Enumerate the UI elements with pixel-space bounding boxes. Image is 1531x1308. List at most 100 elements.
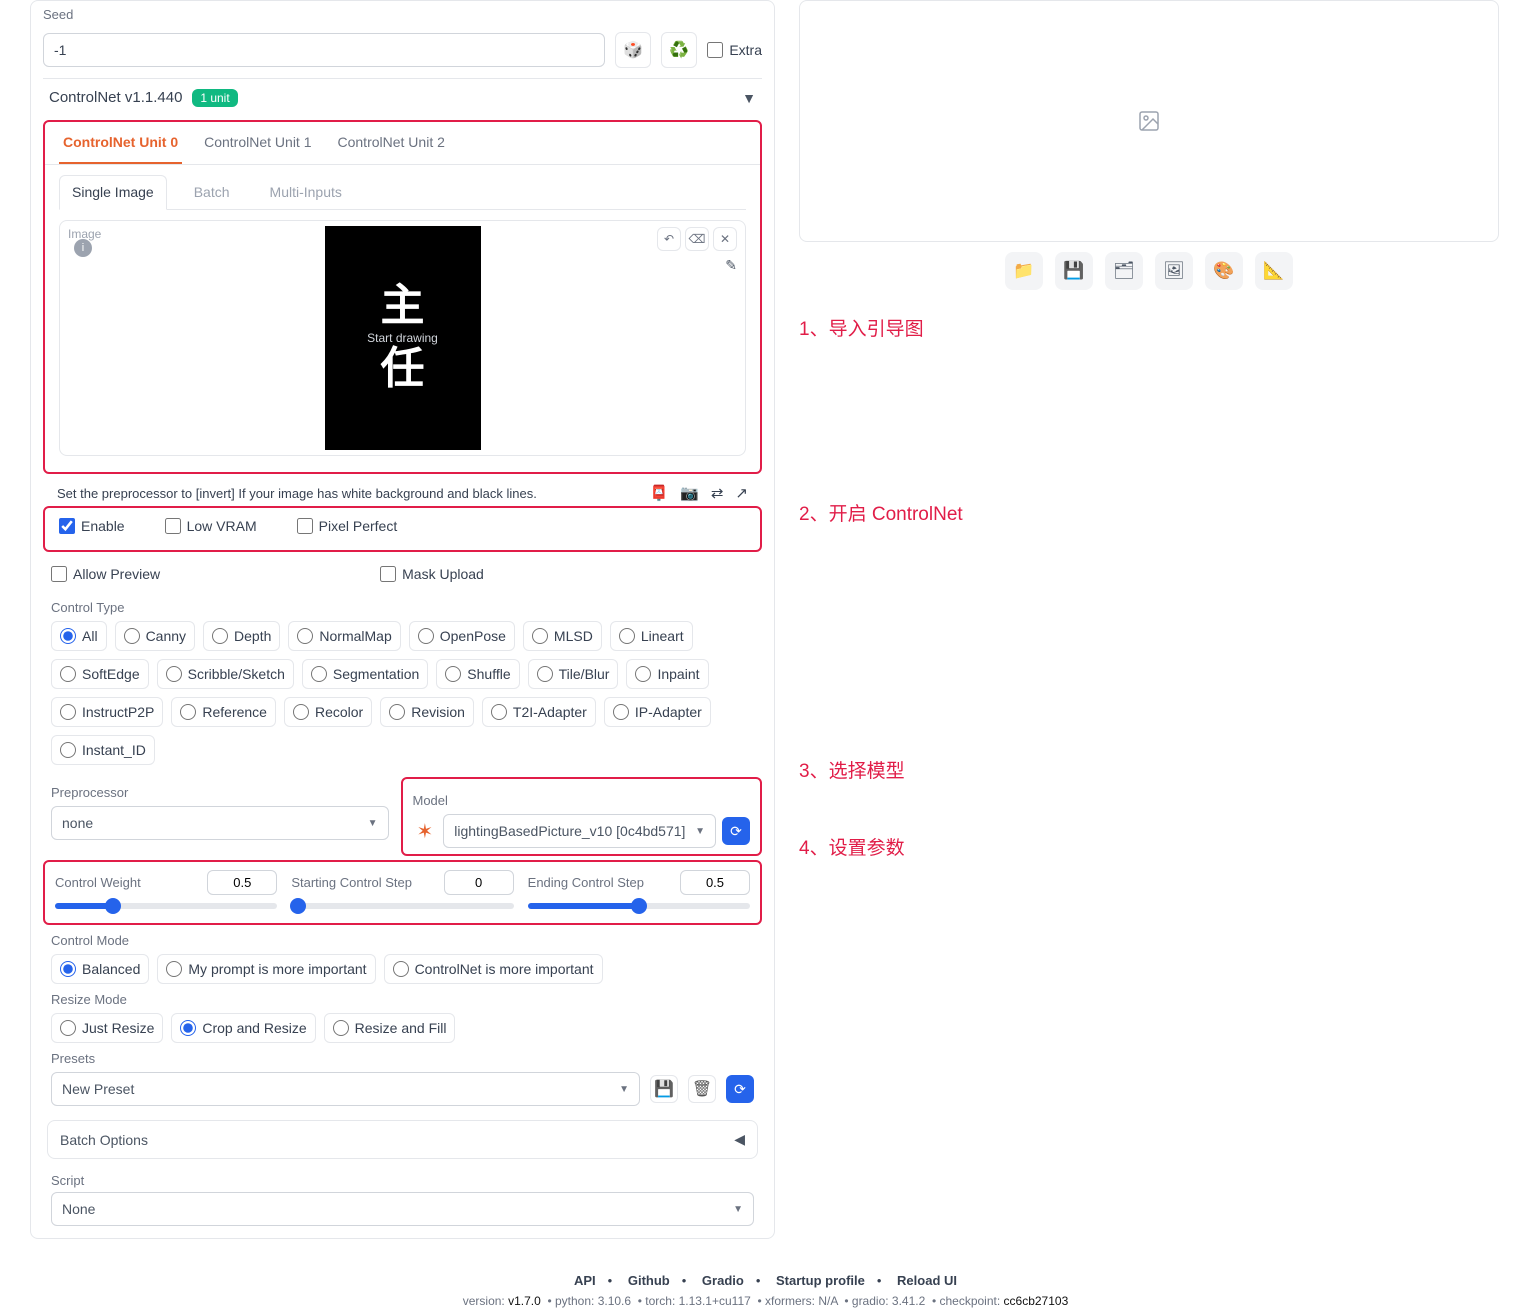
remove-image-button[interactable]: ✕ [713, 227, 737, 251]
control-mode-prompt[interactable]: My prompt is more important [157, 954, 375, 984]
control-weight-slider[interactable] [55, 903, 277, 909]
delete-preset-button[interactable]: 🗑 [688, 1075, 716, 1103]
allow-preview-checkbox[interactable]: Allow Preview [51, 566, 160, 582]
resize-fill[interactable]: Resize and Fill [324, 1013, 456, 1043]
control-type-tileblur[interactable]: Tile/Blur [528, 659, 619, 689]
start-step-slider[interactable] [291, 903, 513, 909]
api-link[interactable]: API [574, 1273, 596, 1288]
control-type-scribble[interactable]: Scribble/Sketch [157, 659, 294, 689]
control-type-ipadapter[interactable]: IP-Adapter [604, 697, 711, 727]
controlnet-unit-tabs: ControlNet Unit 0 ControlNet Unit 1 Cont… [45, 122, 760, 165]
send-icon[interactable]: ↗ [735, 484, 748, 502]
resize-crop[interactable]: Crop and Resize [171, 1013, 315, 1043]
seed-input[interactable] [43, 33, 605, 67]
open-folder-button[interactable]: 📁 [1005, 252, 1043, 290]
save-preset-button[interactable]: 💾 [650, 1075, 678, 1103]
chevron-down-icon: ▼ [619, 1084, 629, 1095]
refresh-presets-button[interactable]: ⟳ [726, 1075, 754, 1103]
swap-icon[interactable]: ⇄ [711, 484, 724, 502]
tab-single-image[interactable]: Single Image [59, 175, 167, 210]
upload-icon[interactable]: 📮 [649, 484, 668, 502]
control-type-openpose[interactable]: OpenPose [409, 621, 515, 651]
control-type-shuffle[interactable]: Shuffle [436, 659, 519, 689]
send-img2img-button[interactable]: 🖼 [1155, 252, 1193, 290]
control-type-mlsd[interactable]: MLSD [523, 621, 602, 651]
control-weight-label: Control Weight [55, 875, 141, 890]
explode-icon[interactable]: ✶ [413, 815, 438, 848]
chevron-down-icon: ▼ [695, 826, 705, 837]
control-type-instructp2p[interactable]: InstructP2P [51, 697, 163, 727]
camera-icon[interactable]: 📷 [680, 484, 699, 502]
red-highlight-image-area: ControlNet Unit 0 ControlNet Unit 1 Cont… [43, 120, 762, 474]
control-type-revision[interactable]: Revision [380, 697, 474, 727]
presets-select[interactable]: New Preset▼ [51, 1072, 640, 1106]
control-type-canny[interactable]: Canny [115, 621, 195, 651]
version-line: version: v1.7.0 • python: 3.10.6 • torch… [0, 1294, 1531, 1308]
recycle-seed-button[interactable]: ♻️ [661, 32, 697, 68]
send-inpaint-button[interactable]: 🎨 [1205, 252, 1243, 290]
control-type-normalmap[interactable]: NormalMap [288, 621, 400, 651]
control-type-segmentation[interactable]: Segmentation [302, 659, 428, 689]
reload-ui-link[interactable]: Reload UI [897, 1273, 957, 1288]
low-vram-checkbox[interactable]: Low VRAM [165, 518, 257, 534]
tab-batch[interactable]: Batch [181, 175, 243, 209]
undo-button[interactable]: ↶ [657, 227, 681, 251]
refresh-models-button[interactable]: ⟳ [722, 817, 750, 845]
edit-button[interactable]: ✎ [725, 257, 737, 274]
control-type-reference[interactable]: Reference [171, 697, 276, 727]
control-type-t2iadapter[interactable]: T2I-Adapter [482, 697, 596, 727]
control-weight-input[interactable] [207, 870, 277, 895]
erase-button[interactable]: ⌫ [685, 227, 709, 251]
model-select[interactable]: lightingBasedPicture_v10 [0c4bd571]▼ [443, 814, 716, 848]
tab-controlnet-unit-2[interactable]: ControlNet Unit 2 [334, 122, 449, 164]
resize-mode-group: Just Resize Crop and Resize Resize and F… [51, 1013, 754, 1043]
output-preview [799, 0, 1499, 242]
preprocessor-label: Preprocessor [51, 785, 389, 800]
startup-profile-link[interactable]: Startup profile [776, 1273, 865, 1288]
pixel-perfect-checkbox[interactable]: Pixel Perfect [297, 518, 398, 534]
script-select[interactable]: None▼ [51, 1192, 754, 1226]
extra-checkbox[interactable]: Extra [707, 42, 762, 58]
resize-just[interactable]: Just Resize [51, 1013, 163, 1043]
control-type-instantid[interactable]: Instant_ID [51, 735, 155, 765]
seed-label: Seed [43, 7, 762, 22]
controlnet-image-canvas[interactable]: Image i ↶ ⌫ ✕ ✎ 主 Start drawing 任 [59, 220, 746, 456]
preprocessor-select[interactable]: none▼ [51, 806, 389, 840]
tab-multi-inputs[interactable]: Multi-Inputs [257, 175, 355, 209]
control-type-recolor[interactable]: Recolor [284, 697, 372, 727]
control-type-inpaint[interactable]: Inpaint [626, 659, 708, 689]
save-zip-button[interactable]: 🗂 [1105, 252, 1143, 290]
mask-upload-checkbox[interactable]: Mask Upload [380, 566, 484, 582]
control-type-softedge[interactable]: SoftEdge [51, 659, 149, 689]
controlnet-accordion-header[interactable]: ControlNet v1.1.440 1 unit ▼ [43, 78, 762, 116]
randomize-seed-button[interactable]: 🎲 [615, 32, 651, 68]
start-step-input[interactable] [444, 870, 514, 895]
tab-controlnet-unit-0[interactable]: ControlNet Unit 0 [59, 122, 182, 164]
script-label: Script [51, 1173, 754, 1188]
image-placeholder-icon [1137, 109, 1161, 133]
annotation-3: 3、选择模型 [799, 756, 1499, 783]
github-link[interactable]: Github [628, 1273, 670, 1288]
batch-options-accordion[interactable]: Batch Options ◀ [47, 1120, 758, 1159]
control-type-depth[interactable]: Depth [203, 621, 280, 651]
enable-checkbox[interactable]: Enable [59, 518, 125, 534]
control-mode-balanced[interactable]: Balanced [51, 954, 149, 984]
end-step-label: Ending Control Step [528, 875, 644, 890]
save-button[interactable]: 💾 [1055, 252, 1093, 290]
gradio-link[interactable]: Gradio [702, 1273, 744, 1288]
send-extras-button[interactable]: 📐 [1255, 252, 1293, 290]
end-step-slider[interactable] [528, 903, 750, 909]
control-mode-controlnet[interactable]: ControlNet is more important [384, 954, 603, 984]
uploaded-image-preview: 主 Start drawing 任 [325, 226, 481, 450]
red-highlight-sliders: Control Weight Starting Control Step End… [43, 860, 762, 925]
controlnet-title: ControlNet v1.1.440 [49, 89, 182, 106]
chevron-down-icon: ▼ [733, 1204, 743, 1215]
control-type-lineart[interactable]: Lineart [610, 621, 693, 651]
tab-controlnet-unit-1[interactable]: ControlNet Unit 1 [200, 122, 315, 164]
end-step-input[interactable] [680, 870, 750, 895]
control-type-all[interactable]: All [51, 621, 107, 651]
footer-links: API• Github• Gradio• Startup profile• Re… [0, 1273, 1531, 1288]
control-type-group: All Canny Depth NormalMap OpenPose MLSD … [51, 621, 754, 765]
annotation-1: 1、导入引导图 [799, 314, 1499, 341]
annotation-2: 2、开启 ControlNet [799, 499, 1499, 526]
